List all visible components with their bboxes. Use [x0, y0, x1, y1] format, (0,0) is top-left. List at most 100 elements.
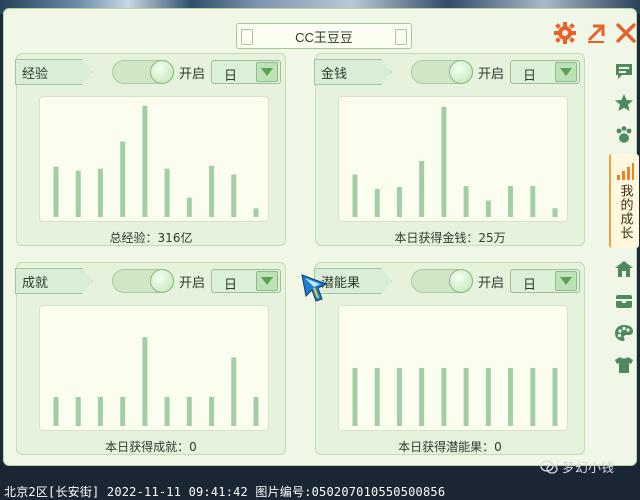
achievement-toggle[interactable] — [112, 269, 174, 293]
dropdown-value: 日 — [523, 69, 537, 84]
chart-bar — [97, 397, 103, 426]
chart-bar — [485, 200, 491, 217]
chevron-down-icon[interactable] — [256, 62, 278, 82]
panel-exp: 经验 开启 日 总经验：316亿 — [15, 53, 286, 246]
chart-bar — [231, 174, 237, 217]
chart-bar — [485, 368, 491, 426]
sidebar-item-chest[interactable] — [609, 288, 639, 314]
period-dropdown[interactable]: 日 — [510, 269, 580, 293]
toggle-knob — [150, 60, 174, 84]
chart-bar — [508, 186, 514, 217]
expand-arrow-icon — [587, 24, 605, 43]
chart-bar — [552, 368, 558, 426]
period-dropdown[interactable]: 日 — [510, 60, 580, 84]
sidebar-item-home[interactable] — [609, 256, 639, 282]
growth-chart-icon — [617, 163, 634, 180]
chart-bar — [164, 168, 170, 217]
chart-bar — [53, 166, 59, 217]
close-button[interactable] — [614, 21, 638, 45]
bar-chart — [338, 96, 568, 222]
chart-bar — [508, 368, 514, 426]
toggle-label: 开启 — [179, 67, 206, 82]
chest-icon — [616, 295, 632, 308]
chart-bar — [186, 397, 192, 426]
chart-bar — [441, 106, 447, 217]
exp-toggle[interactable] — [112, 60, 174, 84]
chart-bar — [186, 197, 192, 217]
expand-button[interactable] — [584, 21, 608, 45]
bar-chart — [338, 305, 568, 431]
sidebar-item-palette[interactable] — [609, 320, 639, 346]
chart-bar — [374, 368, 380, 426]
chart-bar — [253, 208, 259, 217]
sidebar-item-outfit[interactable] — [609, 352, 639, 378]
chart-bar — [231, 357, 237, 426]
chart-bar — [120, 141, 126, 217]
wechat-logo-icon — [540, 459, 558, 474]
status-bar-text: 北京2区[长安街] 2022-11-11 09:41:42 图片编号:05020… — [4, 485, 446, 499]
sidebar-item-star[interactable] — [609, 90, 639, 116]
panel-label: 金钱 — [314, 59, 392, 85]
potential-toggle[interactable] — [411, 269, 473, 293]
watermark-text: 梦幻小钱 — [562, 461, 615, 476]
chart-bar — [142, 105, 148, 217]
chart-bar — [352, 368, 358, 426]
panel-potential: 潜能果 开启 日 本日获得潜能果：0 — [314, 262, 585, 455]
toggle-label: 开启 — [179, 276, 206, 291]
panel-caption: 本日获得成就：0 — [105, 440, 197, 454]
chart-bar — [530, 368, 536, 426]
chart-bar — [419, 160, 425, 217]
star-icon — [615, 94, 633, 111]
chart-bar — [352, 174, 358, 217]
chevron-down-icon[interactable] — [256, 271, 278, 291]
settings-button[interactable] — [553, 21, 577, 45]
window-title-plate: CC王豆豆 — [236, 23, 412, 49]
chart-bar — [463, 368, 469, 426]
dropdown-value: 日 — [224, 278, 238, 293]
home-icon — [615, 261, 633, 277]
sidebar-item-chat[interactable] — [609, 58, 639, 84]
shirt-icon — [615, 357, 633, 373]
panel-caption: 本日获得金钱：25万 — [394, 231, 506, 245]
bar-chart-svg — [352, 368, 558, 426]
chart-bar — [441, 368, 447, 426]
chart-bar — [120, 397, 126, 426]
toggle-knob — [449, 60, 473, 84]
chart-bar — [530, 186, 536, 217]
chart-bar — [396, 368, 402, 426]
toggle-knob — [150, 269, 174, 293]
gear-icon — [554, 22, 576, 44]
sidebar-item-label: 我的成长 — [617, 184, 633, 240]
dropdown-value: 日 — [523, 278, 537, 293]
chart-bar — [53, 397, 59, 426]
panel-caption: 本日获得潜能果：0 — [398, 440, 502, 454]
period-dropdown[interactable]: 日 — [211, 269, 281, 293]
chevron-down-icon[interactable] — [555, 62, 577, 82]
chart-bar — [209, 165, 215, 217]
chart-bar — [253, 397, 259, 426]
chart-bar — [75, 397, 81, 426]
window-title: CC王豆豆 — [295, 29, 353, 45]
chart-bar — [97, 168, 103, 217]
bar-chart — [39, 305, 269, 431]
toggle-label: 开启 — [478, 67, 505, 82]
chart-bar — [463, 186, 469, 217]
chat-icon — [616, 64, 632, 79]
chart-bar — [396, 187, 402, 217]
panel-label: 成就 — [15, 268, 93, 294]
bar-chart-svg — [352, 106, 558, 217]
palette-icon — [615, 325, 633, 341]
panel-caption: 总经验：316亿 — [109, 231, 193, 245]
growth-window: CC王豆豆 经验 开启 日 总经验：316亿 金钱 开启 日 本日获得金钱：25… — [3, 8, 637, 466]
money-toggle[interactable] — [411, 60, 473, 84]
chart-bar — [142, 337, 148, 426]
chart-bar — [164, 397, 170, 426]
chevron-down-icon[interactable] — [555, 271, 577, 291]
close-icon — [616, 23, 636, 43]
sidebar-item-growth[interactable]: 我的成长 — [609, 154, 639, 248]
period-dropdown[interactable]: 日 — [211, 60, 281, 84]
bar-chart-svg — [53, 105, 259, 217]
bar-chart — [39, 96, 269, 222]
chart-bar — [209, 397, 215, 426]
sidebar-item-pet[interactable] — [609, 122, 639, 148]
